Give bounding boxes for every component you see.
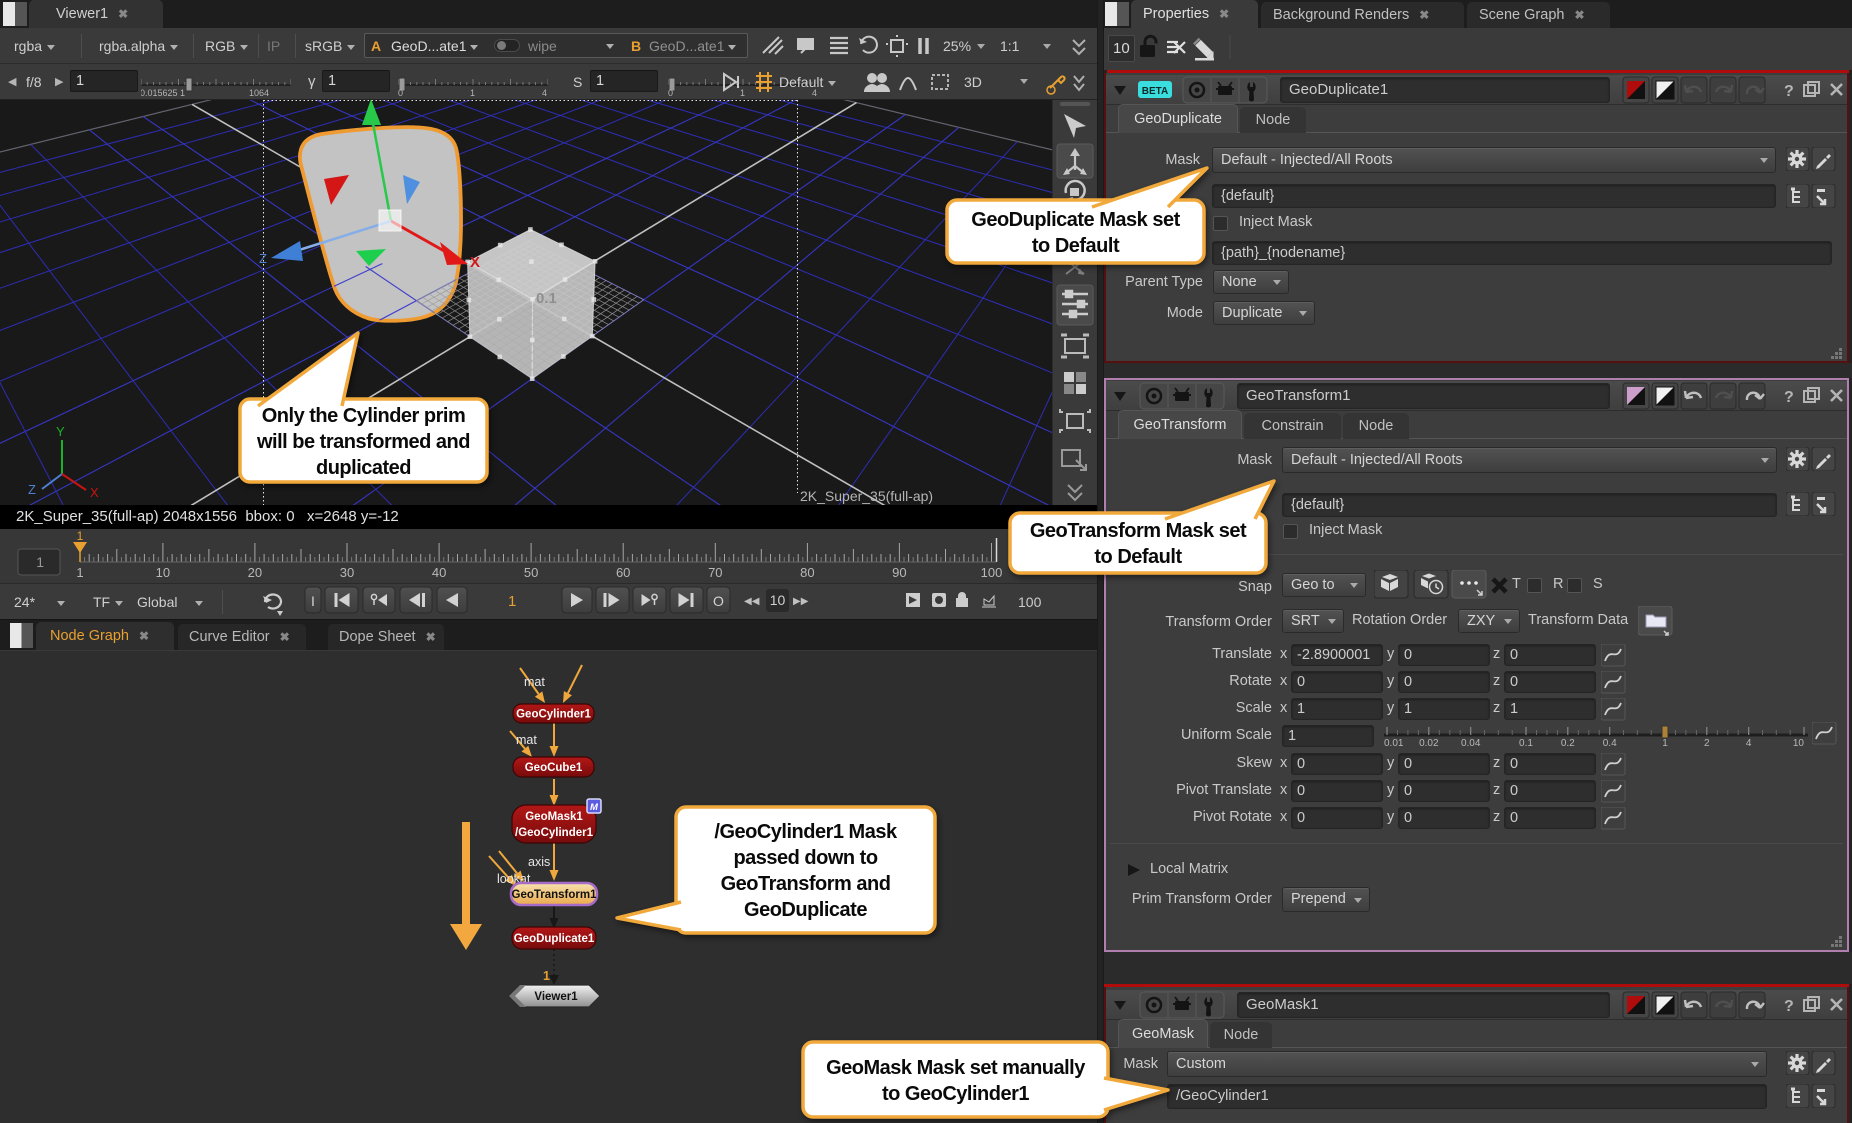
svg-text:BETA: BETA (1142, 86, 1168, 97)
svg-text:mat: mat (516, 733, 537, 747)
svg-text:?: ? (1784, 998, 1794, 1015)
svg-text:axis: axis (528, 855, 550, 869)
svg-text:M: M (590, 802, 599, 813)
svg-text:0.01: 0.01 (1384, 738, 1404, 749)
svg-text:1: 1 (470, 88, 475, 98)
svg-text:GeoCylinder1: GeoCylinder1 (516, 709, 591, 721)
svg-text:50: 50 (524, 565, 538, 580)
svg-text:0.015625 1: 0.015625 1 (141, 88, 185, 98)
svg-text:10: 10 (156, 565, 170, 580)
svg-text:0.4: 0.4 (1603, 738, 1617, 749)
svg-text:0.04: 0.04 (1461, 738, 1481, 749)
svg-text:0.1: 0.1 (1519, 738, 1533, 749)
svg-text:GeoTransform1: GeoTransform1 (512, 889, 598, 901)
svg-text:30: 30 (340, 565, 354, 580)
svg-text:25%: 25% (943, 38, 971, 54)
svg-text:X: X (470, 254, 480, 271)
svg-text:0.02: 0.02 (1419, 738, 1439, 749)
svg-text:1: 1 (36, 554, 44, 570)
svg-text:mat: mat (524, 675, 545, 689)
svg-text:0.2: 0.2 (1561, 738, 1575, 749)
svg-text:O: O (713, 593, 724, 609)
svg-text:1:1: 1:1 (1000, 38, 1020, 54)
svg-text:40: 40 (432, 565, 446, 580)
svg-text:/GeoCylinder1: /GeoCylinder1 (515, 827, 594, 839)
svg-text:0.1: 0.1 (536, 290, 557, 307)
svg-text:1: 1 (76, 565, 83, 580)
svg-text:Viewer1: Viewer1 (534, 991, 578, 1003)
svg-text:0: 0 (668, 88, 673, 98)
svg-text:2: 2 (1704, 738, 1710, 749)
svg-text:100: 100 (981, 565, 1003, 580)
svg-text:Z: Z (259, 251, 267, 266)
svg-text:Z: Z (28, 482, 36, 497)
svg-text:10: 10 (1793, 738, 1805, 749)
svg-text:1: 1 (77, 529, 84, 543)
svg-text:1: 1 (543, 969, 550, 983)
svg-text:1064: 1064 (249, 88, 269, 98)
svg-text:3D: 3D (964, 74, 982, 90)
svg-text:2K_Super_35(full-ap): 2K_Super_35(full-ap) (800, 488, 933, 504)
svg-text:GeoCube1: GeoCube1 (525, 762, 583, 774)
svg-text:90: 90 (892, 565, 906, 580)
svg-text:60: 60 (616, 565, 630, 580)
svg-text:?: ? (1784, 389, 1794, 406)
svg-text:X: X (90, 485, 99, 500)
svg-text:0: 0 (398, 88, 403, 98)
svg-text:4: 4 (1746, 738, 1752, 749)
svg-text:Y: Y (56, 424, 65, 439)
svg-text:GeoDuplicate1: GeoDuplicate1 (514, 933, 595, 945)
svg-text:I: I (311, 593, 315, 609)
svg-text:GeoMask1: GeoMask1 (525, 811, 583, 823)
svg-text:?: ? (1784, 83, 1794, 100)
svg-text:4: 4 (542, 88, 547, 98)
svg-text:20: 20 (248, 565, 262, 580)
svg-text:80: 80 (800, 565, 814, 580)
svg-text:1: 1 (1662, 738, 1668, 749)
svg-text:70: 70 (708, 565, 722, 580)
